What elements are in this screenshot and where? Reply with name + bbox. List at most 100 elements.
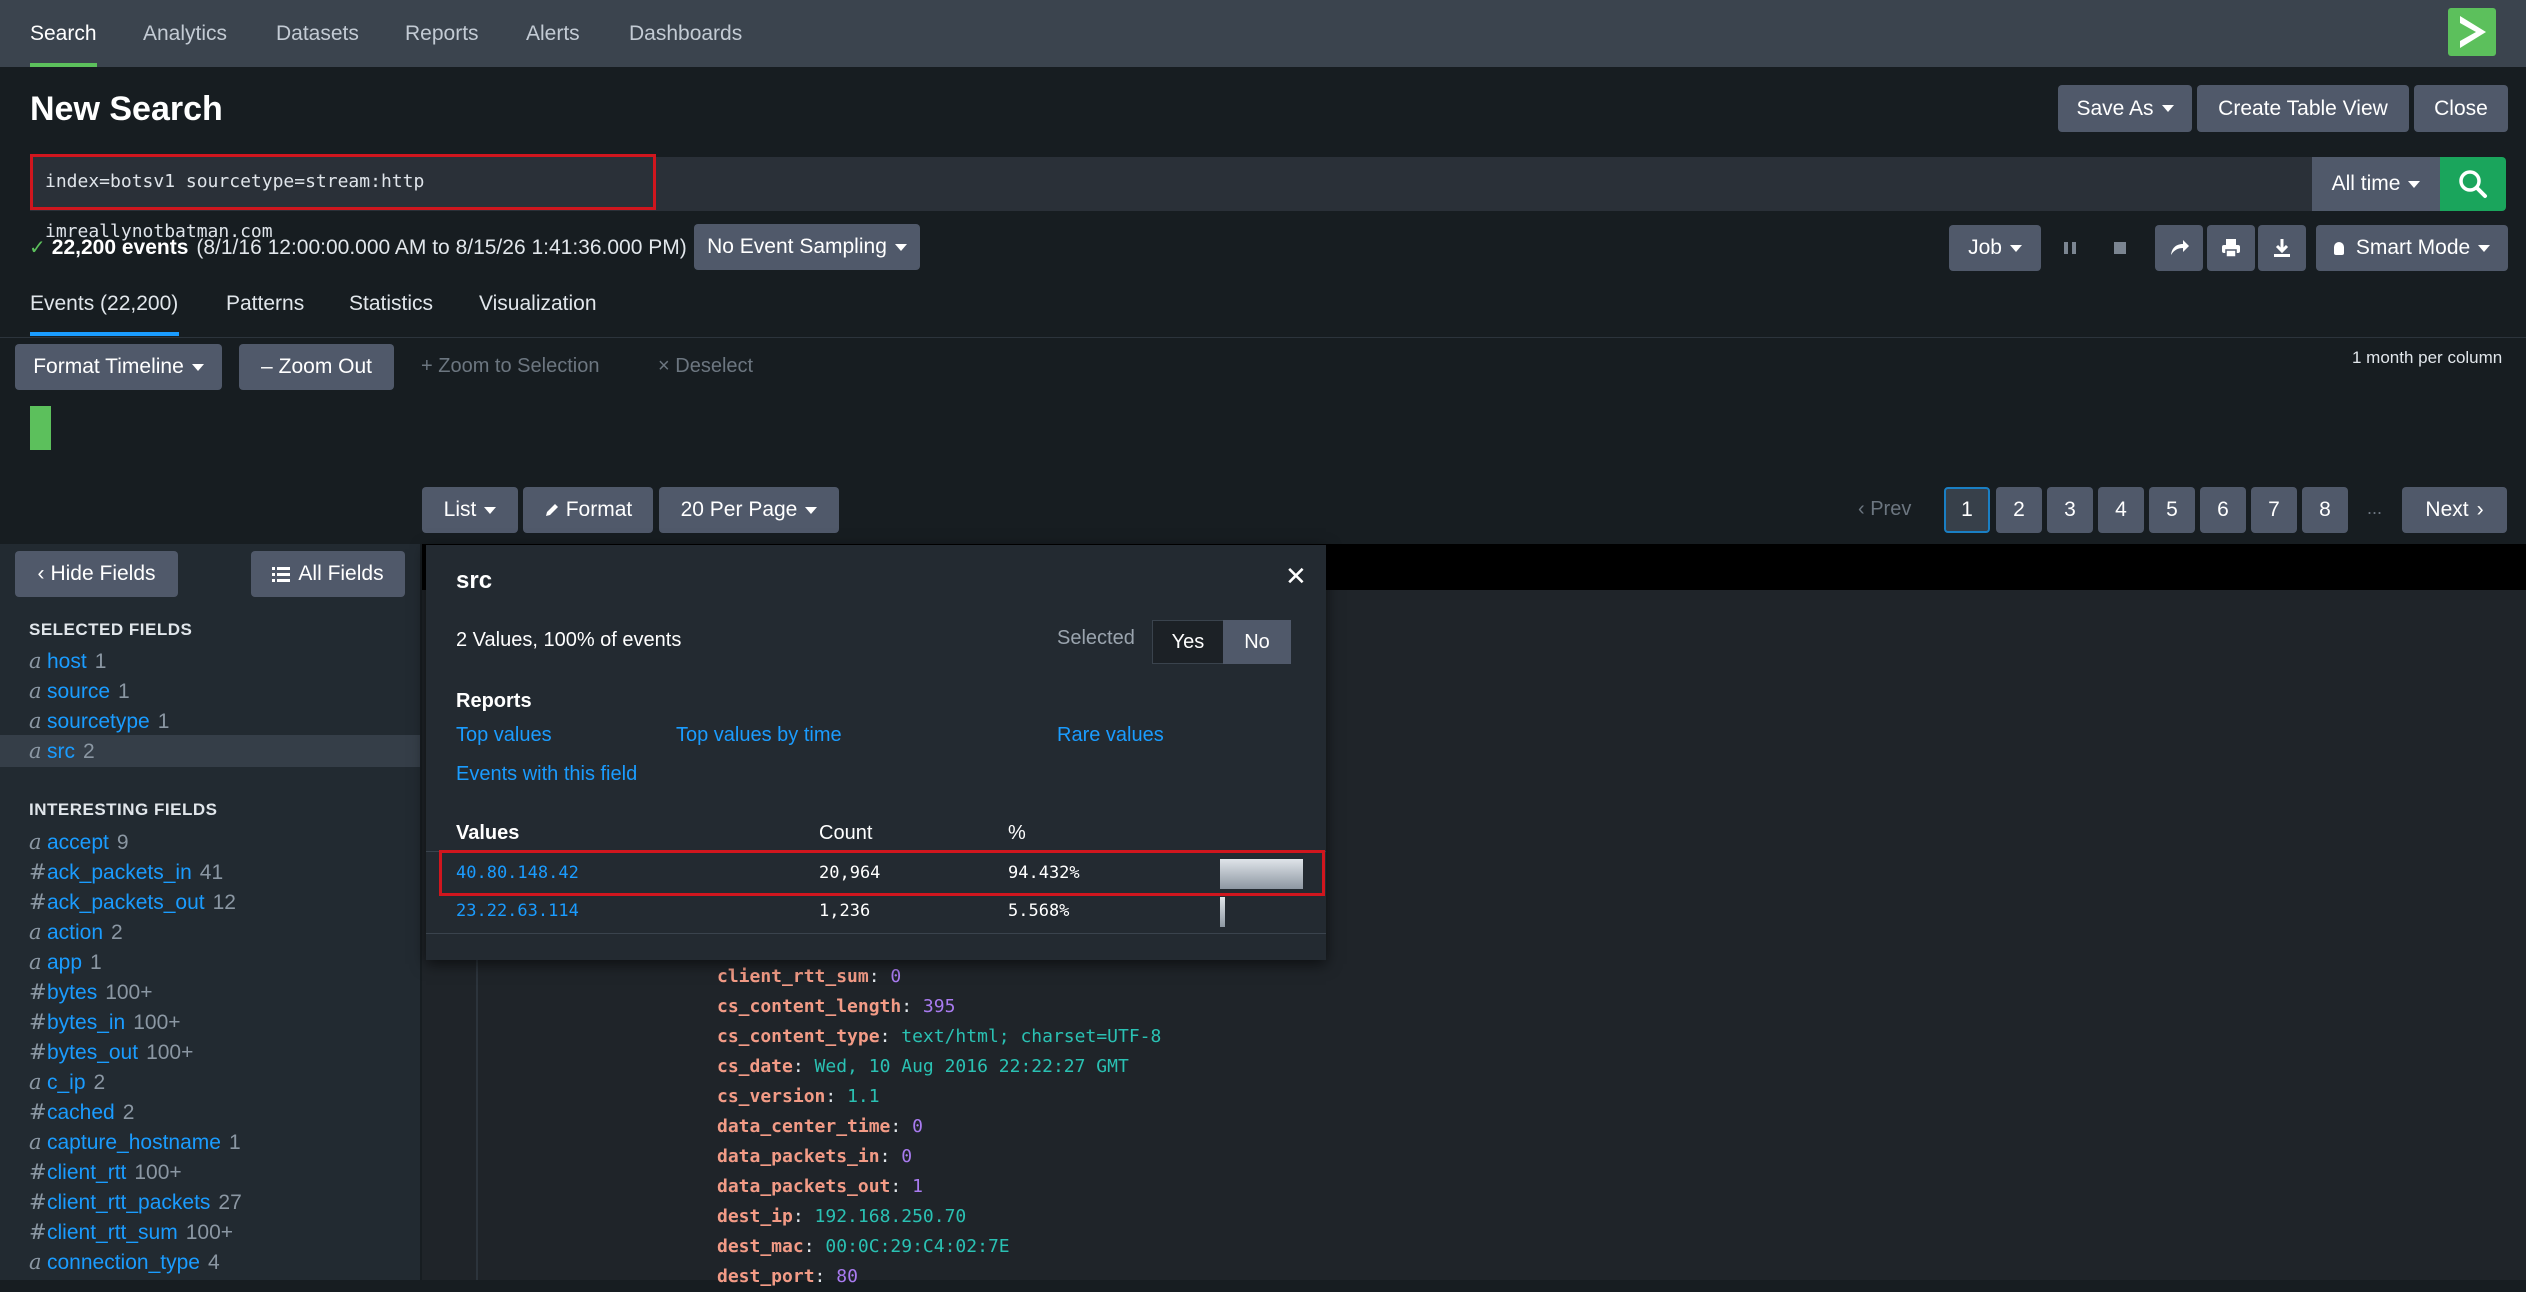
event-field-value[interactable]: 1.1: [847, 1086, 880, 1107]
event-field-value[interactable]: 80: [836, 1266, 858, 1287]
field-name[interactable]: ack_packets_in: [47, 861, 192, 884]
page-8-button[interactable]: 8: [2302, 487, 2348, 533]
field-name[interactable]: action: [47, 921, 103, 944]
event-field-key[interactable]: data_packets_out: [717, 1176, 890, 1197]
stop-icon[interactable]: [2108, 235, 2132, 261]
tab-statistics[interactable]: Statistics: [349, 292, 433, 316]
time-range-picker[interactable]: All time: [2312, 157, 2440, 211]
event-field-key[interactable]: dest_ip: [717, 1206, 793, 1227]
sidebar-field-client-rtt[interactable]: #client_rtt 100+: [29, 1157, 182, 1187]
sidebar-field-src[interactable]: a src 2: [29, 736, 95, 766]
close-button[interactable]: Close: [2414, 85, 2508, 132]
event-field-value[interactable]: Wed, 10 Aug 2016 22:22:27 GMT: [815, 1056, 1129, 1077]
zoom-out-button[interactable]: – Zoom Out: [239, 344, 394, 390]
next-page-button[interactable]: Next ›: [2402, 487, 2507, 533]
print-button[interactable]: [2207, 225, 2255, 271]
events-with-field-link[interactable]: Events with this field: [456, 763, 637, 786]
job-menu[interactable]: Job: [1949, 225, 2041, 271]
sidebar-field-host[interactable]: a host 1: [29, 646, 106, 676]
value-link[interactable]: 23.22.63.114: [456, 901, 579, 921]
sidebar-field-connection-type[interactable]: a connection_type 4: [29, 1247, 220, 1277]
top-values-by-time-link[interactable]: Top values by time: [676, 724, 842, 747]
field-name[interactable]: connection_type: [47, 1251, 200, 1274]
sidebar-field-ack-packets-in[interactable]: #ack_packets_in 41: [29, 857, 223, 887]
zoom-to-selection-button[interactable]: + Zoom to Selection: [421, 355, 599, 378]
deselect-button[interactable]: × Deselect: [658, 355, 753, 378]
field-name[interactable]: client_rtt: [47, 1161, 126, 1184]
create-table-view-button[interactable]: Create Table View: [2197, 85, 2409, 132]
sidebar-field-source[interactable]: a source 1: [29, 676, 130, 706]
share-button[interactable]: [2155, 225, 2203, 271]
event-field-value[interactable]: 00:0C:29:C4:02:7E: [825, 1236, 1009, 1257]
field-name[interactable]: app: [47, 951, 82, 974]
event-field-key[interactable]: cs_content_type: [717, 1026, 880, 1047]
pause-icon[interactable]: [2058, 235, 2082, 261]
event-field-key[interactable]: cs_date: [717, 1056, 793, 1077]
event-field-value[interactable]: text/html; charset=UTF-8: [901, 1026, 1161, 1047]
tab-visualization[interactable]: Visualization: [479, 292, 597, 316]
prev-page-button[interactable]: ‹ Prev: [1858, 498, 1911, 521]
field-name[interactable]: src: [47, 740, 75, 763]
timeline-bar[interactable]: [30, 406, 51, 450]
field-name[interactable]: ack_packets_out: [47, 891, 205, 914]
field-name[interactable]: capture_hostname: [47, 1131, 221, 1154]
format-timeline-button[interactable]: Format Timeline: [15, 344, 222, 390]
sidebar-field-capture-hostname[interactable]: a capture_hostname 1: [29, 1127, 241, 1157]
search-button[interactable]: [2440, 157, 2506, 211]
nav-search[interactable]: Search: [30, 0, 97, 67]
event-field-key[interactable]: cs_version: [717, 1086, 825, 1107]
event-field-value[interactable]: 192.168.250.70: [815, 1206, 967, 1227]
event-field-key[interactable]: client_rtt_sum: [717, 966, 869, 987]
event-sampling-dropdown[interactable]: No Event Sampling: [694, 224, 920, 270]
save-as-button[interactable]: Save As: [2058, 85, 2192, 132]
rare-values-link[interactable]: Rare values: [1057, 724, 1164, 747]
page-4-button[interactable]: 4: [2098, 487, 2144, 533]
sidebar-field-cached[interactable]: #cached 2: [29, 1097, 134, 1127]
field-name[interactable]: sourcetype: [47, 710, 150, 733]
selected-no-toggle[interactable]: No: [1223, 620, 1291, 664]
search-input[interactable]: index=botsv1 sourcetype=stream:http imre…: [30, 154, 656, 242]
field-name[interactable]: host: [47, 650, 87, 673]
logo-icon[interactable]: [2448, 8, 2496, 56]
format-button[interactable]: Format: [523, 487, 653, 533]
event-field-key[interactable]: dest_port: [717, 1266, 815, 1287]
sidebar-field-bytes-out[interactable]: #bytes_out 100+: [29, 1037, 193, 1067]
event-field-value[interactable]: 0: [901, 1146, 912, 1167]
sidebar-field-client-rtt-packets[interactable]: #client_rtt_packets 27: [29, 1187, 242, 1217]
field-name[interactable]: bytes: [47, 981, 97, 1004]
nav-datasets[interactable]: Datasets: [276, 0, 359, 67]
per-page-dropdown[interactable]: 20 Per Page: [659, 487, 839, 533]
page-5-button[interactable]: 5: [2149, 487, 2195, 533]
sidebar-field-c-ip[interactable]: a c_ip 2: [29, 1067, 105, 1097]
export-button[interactable]: [2258, 225, 2306, 271]
sidebar-field-sourcetype[interactable]: a sourcetype 1: [29, 706, 169, 736]
sidebar-field-bytes[interactable]: #bytes 100+: [29, 977, 153, 1007]
event-field-key[interactable]: data_center_time: [717, 1116, 890, 1137]
close-icon[interactable]: ✕: [1285, 561, 1307, 592]
field-name[interactable]: bytes_out: [47, 1041, 138, 1064]
nav-analytics[interactable]: Analytics: [143, 0, 227, 67]
sidebar-field-action[interactable]: a action 2: [29, 917, 123, 947]
nav-reports[interactable]: Reports: [405, 0, 479, 67]
top-values-link[interactable]: Top values: [456, 724, 552, 747]
page-6-button[interactable]: 6: [2200, 487, 2246, 533]
field-name[interactable]: cached: [47, 1101, 115, 1124]
sidebar-field-bytes-in[interactable]: #bytes_in 100+: [29, 1007, 181, 1037]
event-field-key[interactable]: cs_content_length: [717, 996, 901, 1017]
page-3-button[interactable]: 3: [2047, 487, 2093, 533]
sidebar-field-ack-packets-out[interactable]: #ack_packets_out 12: [29, 887, 236, 917]
field-name[interactable]: accept: [47, 831, 109, 854]
page-1-button[interactable]: 1: [1944, 487, 1990, 533]
list-view-dropdown[interactable]: List: [422, 487, 518, 533]
all-fields-button[interactable]: All Fields: [251, 551, 405, 597]
event-field-key[interactable]: data_packets_in: [717, 1146, 880, 1167]
tab-patterns[interactable]: Patterns: [226, 292, 304, 316]
nav-alerts[interactable]: Alerts: [526, 0, 580, 67]
field-name[interactable]: c_ip: [47, 1071, 86, 1094]
hide-fields-button[interactable]: ‹ Hide Fields: [15, 551, 178, 597]
field-name[interactable]: client_rtt_packets: [47, 1191, 210, 1214]
tab-events[interactable]: Events (22,200): [30, 292, 179, 336]
field-name[interactable]: source: [47, 680, 110, 703]
nav-dashboards[interactable]: Dashboards: [629, 0, 742, 67]
event-field-value[interactable]: 0: [890, 966, 901, 987]
